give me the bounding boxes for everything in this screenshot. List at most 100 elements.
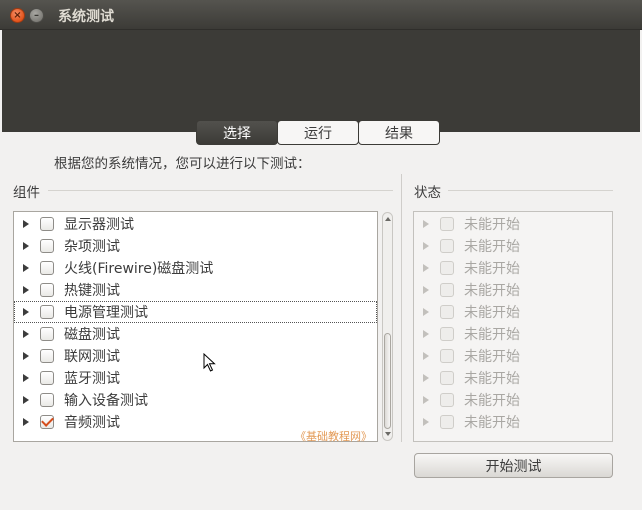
list-item[interactable]: 热键测试 (14, 279, 377, 301)
mouse-cursor-icon (203, 353, 216, 372)
list-item[interactable]: 蓝牙测试 (14, 367, 377, 389)
checkbox[interactable] (40, 393, 54, 407)
checkbox-disabled (440, 327, 454, 341)
checkbox-disabled (440, 283, 454, 297)
list-item-label: 杂项测试 (64, 239, 120, 255)
header-banner (0, 30, 642, 132)
expander-icon[interactable] (23, 330, 29, 338)
checkbox[interactable] (40, 217, 54, 231)
tab-run[interactable]: 运行 (277, 120, 359, 145)
tab-select[interactable]: 选择 (196, 120, 278, 145)
expander-icon (423, 418, 429, 426)
status-item: 未能开始 (414, 389, 612, 411)
checkbox[interactable] (40, 305, 54, 319)
expander-icon[interactable] (23, 264, 29, 272)
components-list[interactable]: 显示器测试 杂项测试 火线(Firewire)磁盘测试 热键测试 电源管理测试 … (13, 211, 378, 442)
status-label: 未能开始 (464, 327, 520, 343)
status-label: 未能开始 (464, 239, 520, 255)
watermark: 《基础教程网》 (295, 430, 372, 443)
status-item: 未能开始 (414, 257, 612, 279)
status-label: 未能开始 (464, 261, 520, 277)
minimize-icon[interactable]: – (29, 8, 44, 23)
status-label: 未能开始 (464, 305, 520, 321)
expander-icon (423, 308, 429, 316)
tab-results[interactable]: 结果 (358, 120, 440, 145)
checkbox-disabled (440, 261, 454, 275)
close-icon[interactable]: × (10, 8, 25, 23)
expander-icon[interactable] (23, 308, 29, 316)
status-header-line (448, 190, 613, 191)
scroll-thumb[interactable] (384, 333, 391, 429)
expander-icon[interactable] (23, 374, 29, 382)
scrollbar[interactable] (382, 212, 393, 441)
list-item-label: 电源管理测试 (64, 305, 148, 321)
checkbox[interactable] (40, 349, 54, 363)
list-item-label: 显示器测试 (64, 217, 134, 233)
status-item: 未能开始 (414, 411, 612, 433)
scroll-down-icon[interactable] (385, 432, 391, 436)
window-title: 系统测试 (58, 9, 114, 25)
expander-icon (423, 396, 429, 404)
expander-icon (423, 286, 429, 294)
status-label: 未能开始 (464, 217, 520, 233)
intro-text: 根据您的系统情况，您可以进行以下测试： (54, 156, 311, 172)
checkbox[interactable] (40, 371, 54, 385)
checkbox-disabled (440, 371, 454, 385)
list-item-label: 输入设备测试 (64, 393, 148, 409)
list-item-label: 火线(Firewire)磁盘测试 (64, 261, 214, 277)
list-item[interactable]: 火线(Firewire)磁盘测试 (14, 257, 377, 279)
expander-icon[interactable] (23, 396, 29, 404)
status-item: 未能开始 (414, 367, 612, 389)
checkbox-disabled (440, 393, 454, 407)
status-list: 未能开始 未能开始 未能开始 未能开始 未能开始 未能开始 未能开始 未能开始 (413, 211, 613, 442)
components-header-line (48, 190, 393, 191)
expander-icon[interactable] (23, 418, 29, 426)
status-label: 未能开始 (464, 371, 520, 387)
list-item[interactable]: 显示器测试 (14, 213, 377, 235)
list-item-label: 联网测试 (64, 349, 120, 365)
list-item-label: 蓝牙测试 (64, 371, 120, 387)
expander-icon[interactable] (23, 352, 29, 360)
list-item-label: 热键测试 (64, 283, 120, 299)
panel-divider (401, 174, 402, 442)
checkbox-disabled (440, 305, 454, 319)
checkbox-disabled (440, 415, 454, 429)
checkbox[interactable] (40, 327, 54, 341)
status-header: 状态 (414, 185, 441, 201)
list-item-label: 音频测试 (64, 415, 120, 431)
status-item: 未能开始 (414, 213, 612, 235)
checkbox[interactable] (40, 239, 54, 253)
status-item: 未能开始 (414, 235, 612, 257)
expander-icon (423, 352, 429, 360)
checkbox-disabled (440, 239, 454, 253)
title-bar: × – 系统测试 (0, 0, 642, 30)
checkbox-disabled (440, 349, 454, 363)
tab-bar: 选择 运行 结果 (196, 120, 440, 145)
checkbox-disabled (440, 217, 454, 231)
expander-icon[interactable] (23, 242, 29, 250)
scroll-up-icon[interactable] (385, 217, 391, 221)
status-label: 未能开始 (464, 415, 520, 431)
expander-icon[interactable] (23, 220, 29, 228)
expander-icon (423, 242, 429, 250)
status-label: 未能开始 (464, 349, 520, 365)
list-item[interactable]: 磁盘测试 (14, 323, 377, 345)
expander-icon[interactable] (23, 286, 29, 294)
checkbox[interactable] (40, 283, 54, 297)
status-item: 未能开始 (414, 279, 612, 301)
checkbox-checked[interactable] (40, 415, 54, 429)
list-item[interactable]: 联网测试 (14, 345, 377, 367)
expander-icon (423, 220, 429, 228)
checkbox[interactable] (40, 261, 54, 275)
status-item: 未能开始 (414, 301, 612, 323)
start-test-button[interactable]: 开始测试 (414, 453, 613, 478)
components-header: 组件 (13, 185, 40, 201)
list-item[interactable]: 电源管理测试 (14, 301, 377, 323)
status-label: 未能开始 (464, 283, 520, 299)
expander-icon (423, 374, 429, 382)
expander-icon (423, 264, 429, 272)
status-item: 未能开始 (414, 323, 612, 345)
status-item: 未能开始 (414, 345, 612, 367)
list-item[interactable]: 输入设备测试 (14, 389, 377, 411)
list-item[interactable]: 杂项测试 (14, 235, 377, 257)
